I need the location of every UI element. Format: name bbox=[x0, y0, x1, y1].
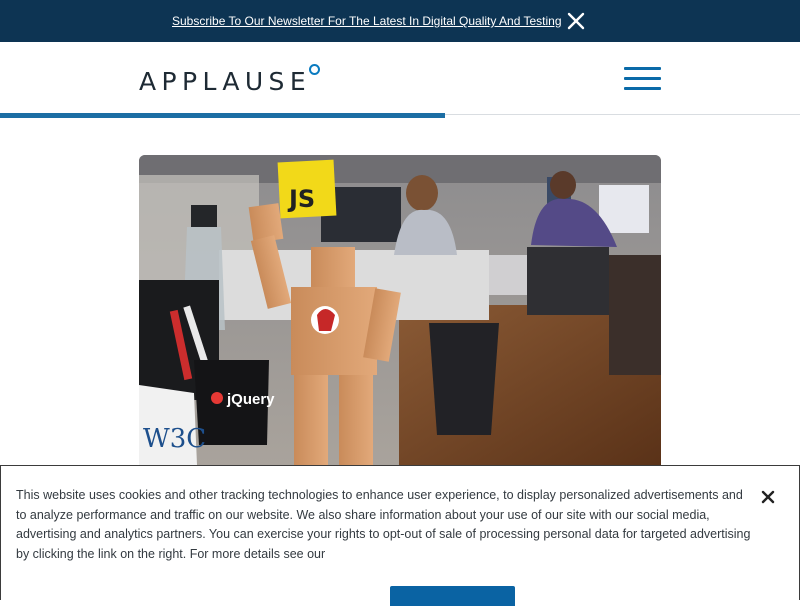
close-icon[interactable] bbox=[759, 488, 777, 506]
mug-label: jQuery bbox=[226, 391, 275, 408]
logo-text: APPLAUSE bbox=[139, 67, 312, 96]
newsletter-banner: Subscribe To Our Newsletter For The Late… bbox=[0, 0, 800, 42]
reading-progress-bar bbox=[0, 113, 445, 118]
site-header: APPLAUSE bbox=[0, 42, 800, 115]
js-sticky-note-label: JS bbox=[287, 185, 315, 213]
cookie-consent-banner: This website uses cookies and other trac… bbox=[0, 465, 800, 606]
logo-circle-icon bbox=[309, 64, 321, 75]
applause-logo[interactable]: APPLAUSE bbox=[139, 64, 321, 98]
newsletter-subscribe-link[interactable]: Subscribe To Our Newsletter For The Late… bbox=[172, 14, 562, 28]
hamburger-menu-button[interactable] bbox=[624, 67, 661, 91]
w3c-label: W3C bbox=[143, 424, 206, 454]
cookie-settings-button[interactable] bbox=[390, 586, 515, 606]
hero-photo-illustration: jQuery W3C JS bbox=[139, 155, 661, 465]
hero-image[interactable]: jQuery W3C JS bbox=[139, 155, 661, 465]
close-icon[interactable] bbox=[566, 11, 586, 31]
cookie-consent-text: This website uses cookies and other trac… bbox=[16, 488, 751, 561]
